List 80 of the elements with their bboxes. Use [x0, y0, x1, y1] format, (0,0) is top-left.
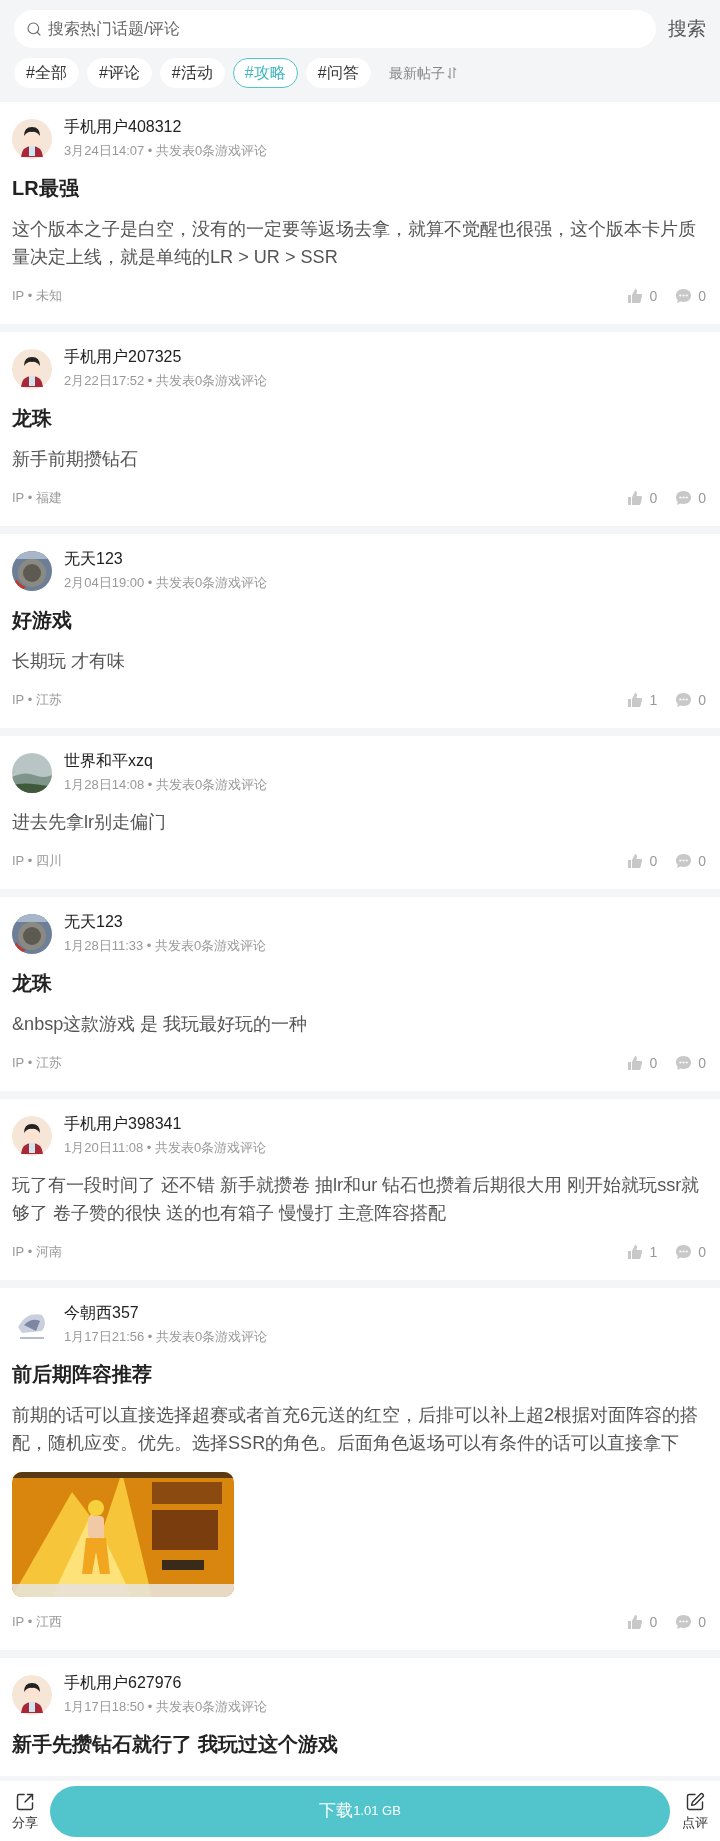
comment-count: 0	[698, 1242, 706, 1262]
post-meta: 1月17日21:56 • 共发表0条游戏评论	[64, 1328, 268, 1346]
topic-tag[interactable]: #活动	[159, 58, 225, 88]
post-title[interactable]: 龙珠	[12, 404, 708, 432]
ip-location: IP • 福建	[12, 489, 62, 508]
comment-count: 0	[698, 1053, 706, 1073]
search-button[interactable]: 搜索	[668, 14, 706, 44]
username[interactable]: 无天123	[64, 548, 268, 570]
comment-icon[interactable]	[675, 853, 693, 869]
edit-icon	[685, 1791, 705, 1812]
comment-count: 0	[698, 690, 706, 710]
topic-tag[interactable]: #评论	[86, 58, 152, 88]
ip-location: IP • 江苏	[12, 1054, 62, 1073]
like-count: 0	[649, 851, 658, 871]
post-meta: 3月24日14:07 • 共发表0条游戏评论	[64, 142, 268, 160]
comment-icon[interactable]	[675, 1244, 693, 1260]
comment-count: 0	[698, 488, 706, 508]
username[interactable]: 手机用户627976	[64, 1672, 268, 1694]
post-title[interactable]: 龙珠	[12, 969, 708, 997]
post-body: 前期的话可以直接选择超赛或者首充6元送的红空，后排可以补上超2根据对面阵容的搭配，随机应变。优先。选择SSR的角色。后面角色返场可以有条件的话可以直接拿下	[12, 1404, 700, 1455]
post-body: 长期玩 才有味	[12, 650, 127, 673]
search-icon	[26, 21, 42, 37]
post-body: 这个版本之子是白空，没有的一定要等返场去拿，就算不觉醒也很强，这个版本卡片质量决定上线，就是单纯的LR > UR > SSR	[12, 218, 697, 269]
like-count: 1	[649, 690, 658, 710]
comment-count: 0	[698, 286, 706, 306]
post-title[interactable]: LR最强	[12, 174, 708, 202]
post-title[interactable]: 好游戏	[12, 606, 708, 634]
ip-location: IP • 河南	[12, 1243, 62, 1262]
search-field[interactable]: 搜索热门话题/评论	[14, 10, 656, 48]
like-count: 0	[649, 488, 658, 508]
post-meta: 2月22日17:52 • 共发表0条游戏评论	[64, 372, 268, 390]
username[interactable]: 世界和平xzq	[64, 750, 268, 772]
post-title[interactable]: 新手先攒钻石就行了 我玩过这个游戏	[12, 1730, 708, 1758]
username[interactable]: 手机用户408312	[64, 116, 268, 138]
avatar	[12, 1674, 52, 1715]
review-button[interactable]: 点评	[680, 1791, 710, 1831]
ip-location: IP • 江苏	[12, 691, 62, 710]
thumbs-up-icon[interactable]	[627, 490, 644, 506]
share-icon	[15, 1791, 35, 1812]
share-button[interactable]: 分享	[10, 1791, 40, 1831]
comment-icon[interactable]	[675, 288, 693, 304]
post-body: 新手前期攒钻石	[12, 448, 139, 471]
comment-count: 0	[698, 851, 706, 871]
ip-location: IP • 江西	[12, 1613, 62, 1632]
sort-icon	[446, 67, 457, 79]
comment-icon[interactable]	[675, 490, 693, 506]
thumbs-up-icon[interactable]	[627, 692, 644, 708]
comment-icon[interactable]	[675, 692, 693, 708]
ip-location: IP • 四川	[12, 852, 62, 871]
post-meta: 1月28日11:33 • 共发表0条游戏评论	[64, 937, 267, 955]
avatar	[12, 348, 52, 389]
username[interactable]: 手机用户207325	[64, 346, 268, 368]
topic-tag[interactable]: #问答	[305, 58, 371, 88]
comment-icon[interactable]	[675, 1055, 693, 1071]
post-body: 进去先拿lr别走偏门	[12, 811, 168, 834]
like-count: 0	[649, 1053, 658, 1073]
post-body: 玩了有一段时间了 还不错 新手就攒卷 抽lr和ur 钻石也攒着后期很大用 刚开始就玩ssr就够了 卷子赞的很快 送的也有箱子 慢慢打 主意阵容搭配	[12, 1174, 701, 1225]
username[interactable]: 手机用户398341	[64, 1113, 267, 1135]
username[interactable]: 无天123	[64, 911, 267, 933]
post-meta: 1月17日18:50 • 共发表0条游戏评论	[64, 1698, 268, 1716]
topic-tag[interactable]: #全部	[14, 58, 79, 88]
post-title[interactable]: 前后期阵容推荐	[12, 1360, 708, 1388]
username[interactable]: 今朝西357	[64, 1302, 268, 1324]
comment-count: 0	[698, 1612, 706, 1632]
like-count: 0	[649, 286, 658, 306]
thumbs-up-icon[interactable]	[627, 288, 644, 304]
avatar	[12, 118, 52, 159]
post-body: &nbsp这款游戏 是 我玩最好玩的一种	[12, 1013, 309, 1036]
avatar	[12, 1115, 52, 1156]
post-meta: 2月04日19:00 • 共发表0条游戏评论	[64, 574, 268, 592]
post-meta: 1月20日11:08 • 共发表0条游戏评论	[64, 1139, 267, 1157]
ip-location: IP • 未知	[12, 287, 62, 306]
like-count: 0	[649, 1612, 658, 1632]
thumbs-up-icon[interactable]	[627, 853, 644, 869]
thumbs-up-icon[interactable]	[627, 1614, 644, 1630]
thumbs-up-icon[interactable]	[627, 1244, 644, 1260]
post-meta: 1月28日14:08 • 共发表0条游戏评论	[64, 776, 268, 794]
comment-icon[interactable]	[675, 1614, 693, 1630]
like-count: 1	[649, 1242, 658, 1262]
thumbs-up-icon[interactable]	[627, 1055, 644, 1071]
